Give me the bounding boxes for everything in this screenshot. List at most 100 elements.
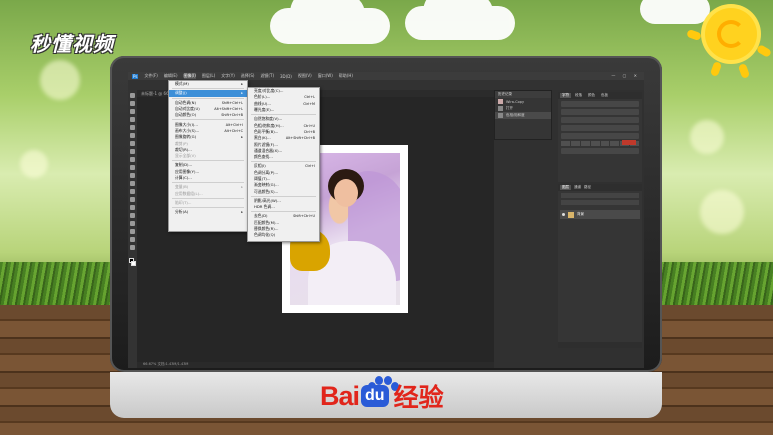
menu-separator [251,195,316,197]
history-row[interactable]: 色相/饱和度 [495,112,551,119]
tool-icon[interactable] [130,221,135,226]
tool-icon[interactable] [130,93,135,98]
menu-item-label: 陷印(T)... [175,199,192,205]
menu-item[interactable]: 应用数据组(L)... [169,190,247,196]
tool-icon[interactable] [130,101,135,106]
menu-item-label: 色调分离(P)... [254,169,279,175]
menu-5[interactable]: 选择(S) [241,73,255,79]
menu-item[interactable]: 色调均化(Q) [248,232,319,238]
scale-field[interactable] [561,133,639,139]
menu-item-label: 色彩平衡(B)... [254,128,279,134]
language-select[interactable] [561,148,639,154]
menu-item-label: 画布大小(S)... [175,127,200,133]
menu-item[interactable]: 陷印(T)... [169,200,247,206]
tool-icon[interactable] [130,197,135,202]
tool-icon[interactable] [130,157,135,162]
menu-3[interactable]: 图层(L) [202,73,215,79]
menu-item[interactable]: 曝光度(E)... [248,107,319,113]
menu-separator [172,119,244,121]
tool-icon[interactable] [130,117,135,122]
menu-item[interactable]: 模式(M) ▸ [169,81,247,87]
menu-item-label: 变量(B) [175,184,189,190]
tool-icon[interactable] [130,229,135,234]
menu-item-label: 模式(M) [175,81,189,87]
background-color-swatch[interactable] [131,261,136,266]
menu-item-label: 可选颜色(S)... [254,188,279,194]
tool-icon[interactable] [130,181,135,186]
tab-paths[interactable]: 路径 [584,185,591,190]
tab-color[interactable]: 颜色 [586,93,597,98]
tab-character[interactable]: 字符 [560,93,571,98]
layer-row-background[interactable]: 背景 [560,210,640,219]
menu-item[interactable]: 可选颜色(S)... [248,188,319,194]
character-panel-tabs: 字符 段落 颜色 色板 [558,92,642,99]
menu-item-label: 反相(I) [254,163,266,169]
tool-icon[interactable] [130,125,135,130]
font-size-field[interactable] [561,109,639,115]
leading-field[interactable] [561,117,639,123]
menu-item[interactable]: 调整(J) ▸ [169,90,247,97]
menu-item-label: 曝光度(E)... [254,107,275,113]
menu-2[interactable]: 图像(I) [183,73,196,79]
tab-layers[interactable]: 图层 [560,185,571,190]
font-family-select[interactable] [561,101,639,107]
tool-icon[interactable] [130,165,135,170]
tracking-field[interactable] [561,125,639,131]
tool-icon[interactable] [130,149,135,154]
menu-7[interactable]: 3D(D) [280,74,292,79]
miaodong-logo: 秒懂视频 [30,32,114,56]
tool-icon[interactable] [130,237,135,242]
tool-icon[interactable] [130,133,135,138]
menu-item[interactable]: 显示全部(V) [169,153,247,159]
menu-separator [251,211,316,213]
menu-item[interactable]: HDR 色调... [248,204,319,210]
history-tab[interactable]: 历史记录 [495,91,551,98]
bokeh-light [20,150,48,178]
menu-item-shortcut: Alt+Ctrl+C [224,128,243,133]
blend-mode-select[interactable] [561,200,639,205]
menu-item[interactable]: 分析(A) ▸ [169,209,247,215]
history-row[interactable]: 打开 [495,105,551,112]
menu-item-label: 匹配颜色(M)... [254,219,280,225]
menu-item[interactable]: 自动颜色(O) Shift+Ctrl+B [169,112,247,118]
tool-icon[interactable] [130,205,135,210]
menu-item-label: 通道混合器(X)... [254,147,283,153]
menu-item-shortcut: Shift+Ctrl+U [293,214,315,219]
history-row[interactable]: Wira-Copy [495,98,551,105]
menu-1[interactable]: 编辑(E) [164,73,178,79]
menu-separator [251,161,316,163]
menu-separator [172,207,244,209]
tool-icon[interactable] [130,173,135,178]
tool-icon[interactable] [130,109,135,114]
ps-logo-icon: Ps [132,73,139,79]
history-step-icon [498,113,503,118]
menu-4[interactable]: 文字(Y) [221,73,235,79]
submenu-arrow-icon: ▸ [241,82,243,87]
layer-filter-bar[interactable] [561,193,639,198]
bokeh-light [690,120,724,154]
photoshop-window: Ps 文件(F) 编辑(E) 图像(I) 图层(L) 文字(Y) 选择(S) 滤镜(T) 3D… [128,72,644,368]
menu-10[interactable]: 帮助(H) [339,73,353,79]
window-controls[interactable]: — ▢ ✕ [611,73,640,78]
sun-ray [709,61,723,77]
eye-icon[interactable] [562,213,565,216]
tab-swatches[interactable]: 色板 [599,93,610,98]
layers-footer-buttons[interactable] [558,342,642,348]
baidu-jingyan-logo: Bai du 经验 [320,380,444,413]
menu-9[interactable]: 窗口(W) [318,73,333,79]
menu-item[interactable]: 计算(C)... [169,175,247,181]
image-menu: 模式(M) ▸ 调整(J) ▸ 自动色调(N) Shift+Ctrl+L 自动对比度(U) A… [168,80,248,232]
tool-icon[interactable] [130,189,135,194]
menu-item[interactable]: 颜色查找... [248,154,319,160]
submenu-arrow-icon: ▸ [241,91,243,96]
tab-paragraph[interactable]: 段落 [573,93,584,98]
text-color-swatch[interactable] [622,140,636,145]
menu-0[interactable]: 文件(F) [144,73,157,79]
tool-icon[interactable] [130,245,135,250]
menu-8[interactable]: 视图(V) [298,73,312,79]
tool-icon[interactable] [130,141,135,146]
tab-channels[interactable]: 通道 [574,185,581,190]
tool-icon[interactable] [130,213,135,218]
menu-6[interactable]: 滤镜(T) [260,73,274,79]
history-panel: 历史记录 Wira-Copy 打开 色相/饱和度 [494,90,552,140]
